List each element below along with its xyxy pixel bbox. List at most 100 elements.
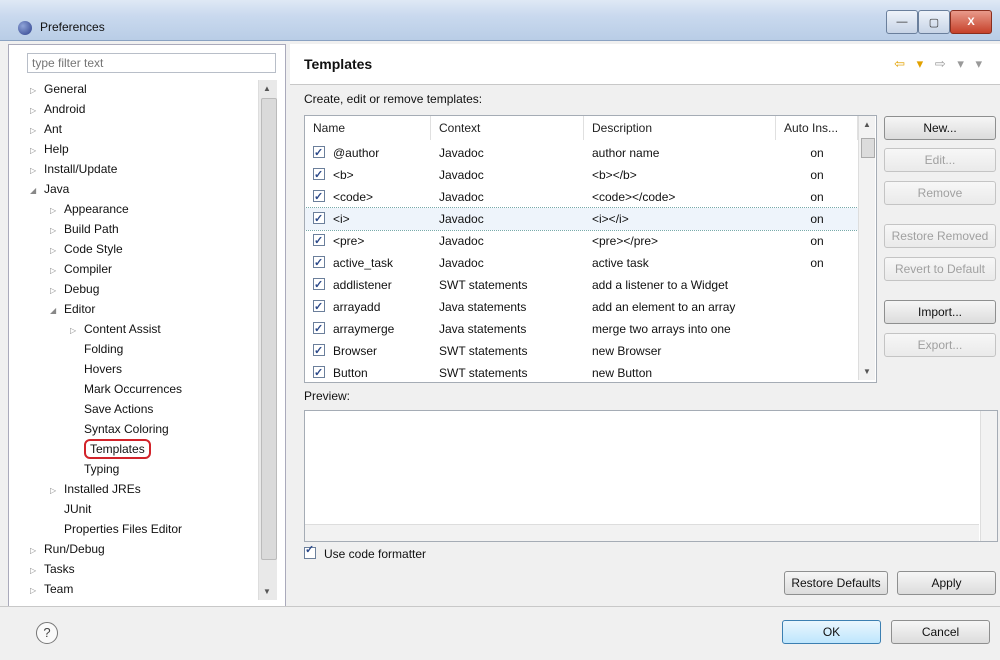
table-row[interactable]: Button SWT statements new Button xyxy=(305,362,858,382)
import-button[interactable]: Import... xyxy=(884,300,996,324)
close-button[interactable]: X xyxy=(950,10,992,34)
tree-item[interactable]: ▷ Content Assist xyxy=(70,319,161,339)
checkbox-checked-icon[interactable] xyxy=(304,543,316,559)
table-row[interactable]: <i> Javadoc <i></i> on xyxy=(305,207,859,231)
table-row[interactable]: arrayadd Java statements add an element to… xyxy=(305,296,858,318)
tree-item[interactable]: ▷ Appearance xyxy=(50,199,129,219)
table-scroll-thumb[interactable] xyxy=(861,138,875,158)
tree-scrollbar[interactable]: ▲ ▼ xyxy=(258,80,277,600)
enabled-checkbox[interactable] xyxy=(313,252,325,274)
tree-item[interactable]: ▷ Debug xyxy=(50,279,99,299)
tree-item[interactable]: ▷ Compiler xyxy=(50,259,112,279)
tree-expander-icon[interactable]: ▷ xyxy=(50,261,64,281)
tree-expander-icon[interactable]: ▷ xyxy=(50,221,64,241)
tree-item[interactable]: ▷ Android xyxy=(30,99,85,119)
tree-item[interactable]: ▷ Install/Update xyxy=(30,159,117,179)
column-header-context[interactable]: Context xyxy=(431,116,584,140)
table-row[interactable]: arraymerge Java statements merge two array… xyxy=(305,318,858,340)
ok-button[interactable]: OK xyxy=(782,620,881,644)
tree-item[interactable]: ▷ General xyxy=(30,79,87,99)
tree-expander-icon[interactable]: ▷ xyxy=(30,161,44,181)
tree-item[interactable]: Properties Files Editor xyxy=(50,519,182,539)
tree-item[interactable]: Syntax Coloring xyxy=(70,419,169,439)
tree-expander-icon[interactable]: ▷ xyxy=(30,81,44,101)
table-row[interactable]: @author Javadoc author name on xyxy=(305,142,858,164)
enabled-checkbox[interactable] xyxy=(313,230,325,252)
tree-expander-icon[interactable]: ▷ xyxy=(50,281,64,301)
table-row[interactable]: addlistener SWT statements add a listener … xyxy=(305,274,858,296)
tree-expander-icon[interactable]: ▷ xyxy=(50,201,64,221)
scroll-up-icon[interactable]: ▲ xyxy=(263,84,271,93)
forward-arrow-icon[interactable]: ⇨ ▾ ▾ xyxy=(935,56,986,71)
restore-removed-button[interactable]: Restore Removed xyxy=(884,224,996,248)
tree-item[interactable]: JUnit xyxy=(50,499,91,519)
preview-vertical-scrollbar[interactable] xyxy=(980,411,997,541)
tree-expander-icon[interactable]: ▷ xyxy=(30,101,44,121)
filter-input[interactable] xyxy=(27,53,276,73)
tree-expander-icon[interactable]: ▷ xyxy=(50,241,64,261)
tree-item[interactable]: Templates xyxy=(70,439,151,459)
tree-item[interactable]: Hovers xyxy=(70,359,122,379)
scroll-down-icon[interactable]: ▼ xyxy=(863,367,871,376)
tree-expander-icon[interactable]: ◢ xyxy=(30,181,44,201)
edit-button[interactable]: Edit... xyxy=(884,148,996,172)
tree-scroll-thumb[interactable] xyxy=(261,98,277,560)
column-header-auto-insert[interactable]: Auto Ins... xyxy=(776,116,858,140)
tree-item[interactable]: ▷ Tasks xyxy=(30,559,75,579)
table-row[interactable]: <pre> Javadoc <pre></pre> on xyxy=(305,230,858,252)
tree-item[interactable]: Folding xyxy=(70,339,123,359)
tree-expander-icon[interactable]: ◢ xyxy=(50,301,64,321)
table-row[interactable]: <code> Javadoc <code></code> on xyxy=(305,186,858,208)
cancel-button[interactable]: Cancel xyxy=(891,620,990,644)
tree-item[interactable]: ▷ Ant xyxy=(30,119,62,139)
enabled-checkbox[interactable] xyxy=(313,186,325,208)
use-code-formatter-checkbox[interactable]: Use code formatter xyxy=(304,543,426,561)
scroll-up-icon[interactable]: ▲ xyxy=(863,120,871,129)
tree-expander-icon[interactable]: ▷ xyxy=(30,541,44,561)
export-button[interactable]: Export... xyxy=(884,333,996,357)
restore-defaults-button[interactable]: Restore Defaults xyxy=(784,571,888,595)
revert-to-default-button[interactable]: Revert to Default xyxy=(884,257,996,281)
tree-expander-icon[interactable]: ▷ xyxy=(30,561,44,581)
tree-item[interactable]: ▷ Code Style xyxy=(50,239,123,259)
tree-item[interactable]: ▷ Build Path xyxy=(50,219,119,239)
tree-expander-icon[interactable]: ▷ xyxy=(30,581,44,601)
back-arrow-icon[interactable]: ⇦ ▾ xyxy=(894,56,927,71)
table-row[interactable]: Browser SWT statements new Browser xyxy=(305,340,858,362)
column-header-name[interactable]: Name xyxy=(305,116,431,140)
table-row[interactable]: <b> Javadoc <b></b> on xyxy=(305,164,858,186)
table-row[interactable]: active_task Javadoc active task on xyxy=(305,252,858,274)
tree-item[interactable]: ◢ Java xyxy=(30,179,69,199)
maximize-button[interactable]: ▢ xyxy=(918,10,950,34)
tree-item[interactable]: ◢ Editor xyxy=(50,299,95,319)
preview-horizontal-scrollbar[interactable] xyxy=(305,524,979,541)
preview-area[interactable] xyxy=(304,410,998,542)
tree-item[interactable]: Typing xyxy=(70,459,119,479)
remove-button[interactable]: Remove xyxy=(884,181,996,205)
help-icon[interactable]: ? xyxy=(36,622,58,644)
tree-expander-icon[interactable]: ▷ xyxy=(30,121,44,141)
enabled-checkbox[interactable] xyxy=(313,208,325,230)
tree-item[interactable]: ▷ Installed JREs xyxy=(50,479,141,499)
enabled-checkbox[interactable] xyxy=(313,296,325,318)
enabled-checkbox[interactable] xyxy=(313,318,325,340)
tree-item[interactable]: ▷ Team xyxy=(30,579,73,599)
tree-expander-icon[interactable]: ▷ xyxy=(50,481,64,501)
new-button[interactable]: New... xyxy=(884,116,996,140)
tree-expander-icon[interactable]: ▷ xyxy=(70,321,84,341)
minimize-button[interactable]: — xyxy=(886,10,918,34)
table-scrollbar[interactable]: ▲ ▼ xyxy=(858,116,875,380)
scroll-down-icon[interactable]: ▼ xyxy=(263,587,271,596)
enabled-checkbox[interactable] xyxy=(313,142,325,164)
tree-item[interactable]: ▷ Help xyxy=(30,139,69,159)
enabled-checkbox[interactable] xyxy=(313,362,325,382)
enabled-checkbox[interactable] xyxy=(313,164,325,186)
tree-expander-icon[interactable]: ▷ xyxy=(30,141,44,161)
apply-button[interactable]: Apply xyxy=(897,571,996,595)
enabled-checkbox[interactable] xyxy=(313,274,325,296)
tree-item[interactable]: ▷ Run/Debug xyxy=(30,539,105,559)
tree-item[interactable]: Mark Occurrences xyxy=(70,379,182,399)
column-header-description[interactable]: Description xyxy=(584,116,776,140)
enabled-checkbox[interactable] xyxy=(313,340,325,362)
tree-item[interactable]: Save Actions xyxy=(70,399,153,419)
